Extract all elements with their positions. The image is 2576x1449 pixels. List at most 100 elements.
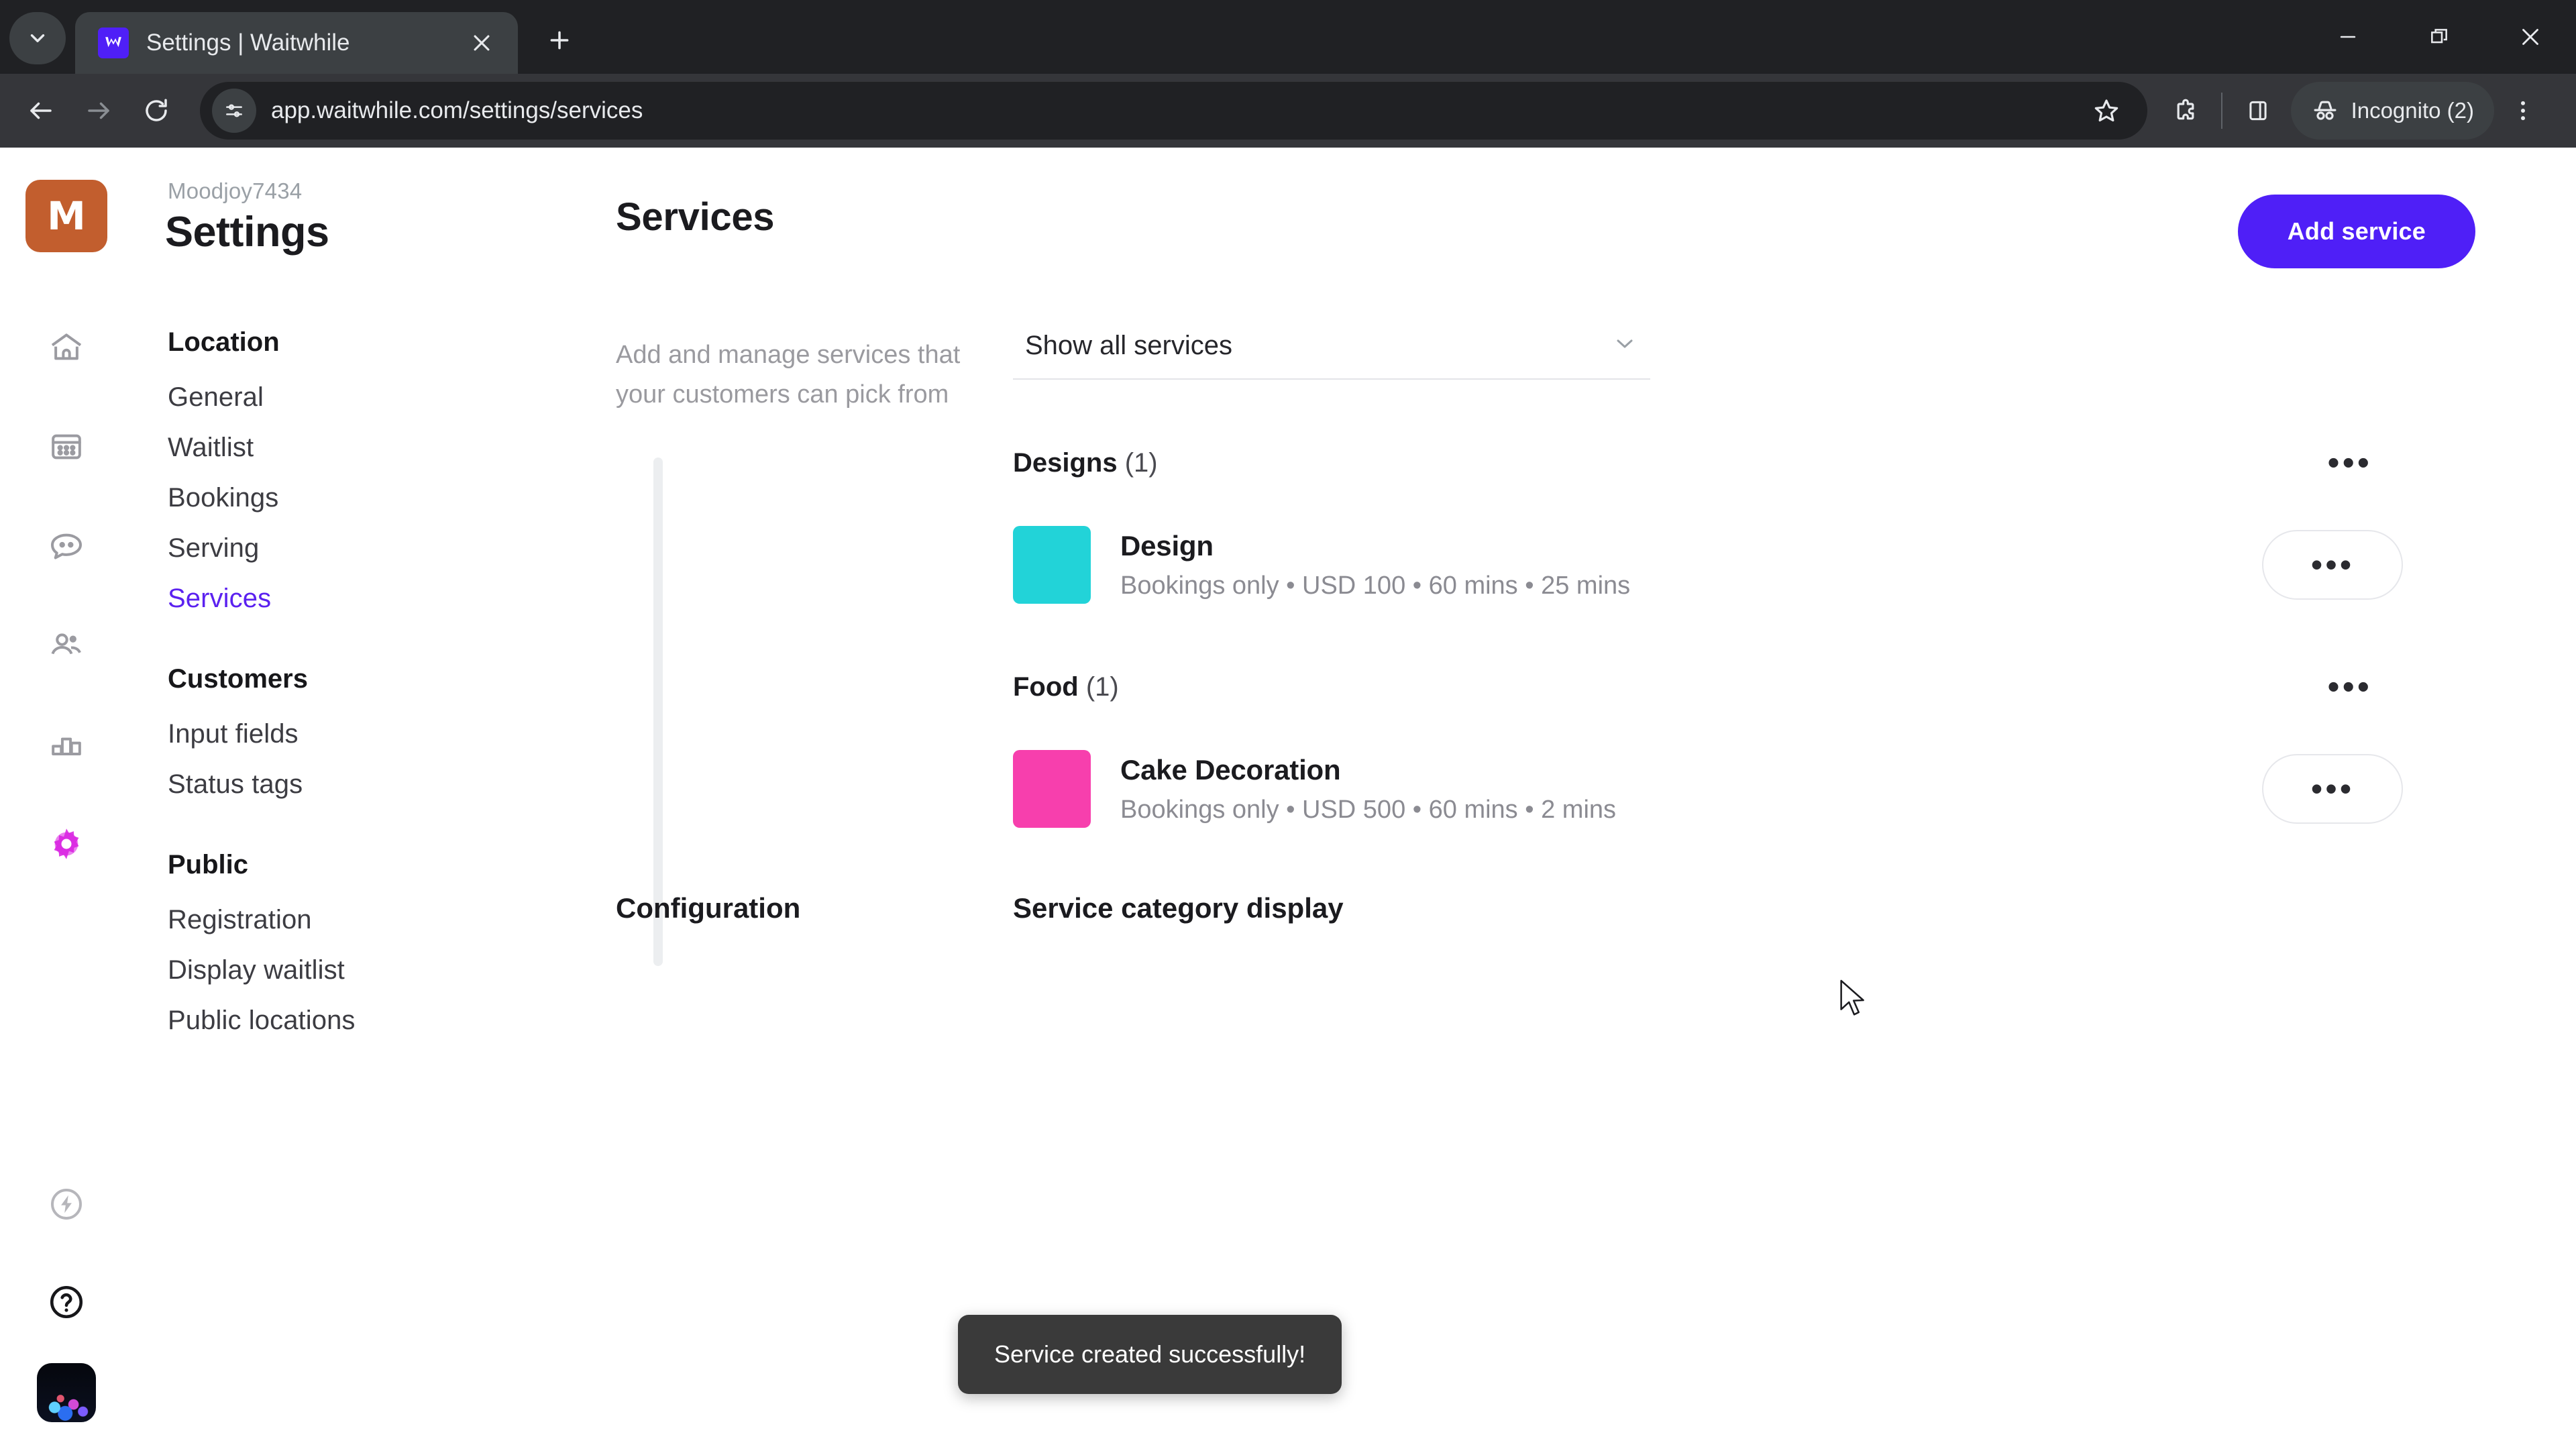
category-count: (1) [1085, 672, 1119, 702]
category-menu-button-food[interactable]: ••• [2314, 663, 2385, 711]
service-row-cake-decoration[interactable]: Cake Decoration Bookings only • USD 500 … [1013, 750, 2475, 828]
sidebar-item-waitlist[interactable]: Waitlist [165, 423, 535, 473]
settings-nav: Moodjoy7434 Settings Location General Wa… [133, 148, 663, 1449]
rail-item-home[interactable] [16, 298, 117, 397]
service-row-design[interactable]: Design Bookings only • USD 100 • 60 mins… [1013, 526, 2475, 604]
service-name: Cake Decoration [1120, 753, 1341, 786]
sidebar-item-display-waitlist[interactable]: Display waitlist [165, 945, 535, 996]
sidebar-item-status-tags[interactable]: Status tags [165, 759, 535, 810]
bookmark-button[interactable] [2078, 82, 2135, 140]
incognito-label: Incognito (2) [2351, 98, 2474, 123]
site-settings-icon [226, 104, 242, 117]
address-bar[interactable]: app.waitwhile.com/settings/services [200, 82, 2147, 140]
service-meta: Bookings only • USD 100 • 60 mins • 25 m… [1120, 571, 1631, 600]
new-tab-button[interactable] [535, 16, 584, 64]
customers-icon [51, 633, 81, 655]
omnibox-actions [2078, 82, 2135, 140]
tab-close-button[interactable] [463, 24, 500, 62]
three-dot-menu-icon [2520, 101, 2526, 121]
service-color-swatch [1013, 526, 1091, 604]
configuration-section: Configuration Service category display [616, 892, 2475, 924]
messages-icon [51, 533, 82, 559]
services-body: Show all services Designs (1) ••• Design… [1013, 330, 2475, 828]
services-filter-select[interactable]: Show all services [1013, 330, 1650, 380]
sidebar-item-bookings[interactable]: Bookings [165, 473, 535, 523]
back-button[interactable] [12, 82, 70, 140]
reload-icon [146, 99, 167, 121]
browser-menu-button[interactable] [2494, 82, 2552, 140]
category-title-designs: Designs (1) [1013, 448, 1158, 478]
incognito-hat-icon [2314, 101, 2337, 120]
services-filter-value: Show all services [1025, 330, 1233, 360]
calendar-icon [52, 434, 81, 460]
category-name: Designs [1013, 447, 1118, 478]
service-menu-button-design[interactable]: ••• [2262, 530, 2403, 600]
add-service-button[interactable]: Add service [2237, 195, 2475, 268]
forward-arrow-icon [88, 102, 109, 119]
home-icon [51, 333, 82, 360]
minimize-icon [2340, 36, 2356, 38]
rail-item-analytics[interactable] [16, 695, 117, 794]
rail-item-customers[interactable] [16, 596, 117, 695]
category-header: Designs (1) ••• [1013, 439, 2475, 487]
rail-item-calendar[interactable] [16, 397, 117, 496]
configuration-label: Configuration [616, 892, 801, 924]
settings-nav-list: Location General Waitlist Bookings Servi… [133, 318, 535, 1046]
sidebar-item-input-fields[interactable]: Input fields [165, 709, 535, 759]
waitwhile-logo-icon [105, 37, 121, 48]
services-section: Add and manage services that your custom… [616, 330, 2475, 828]
main-content: Services Add service Add and manage serv… [535, 148, 2576, 1449]
sidebar-item-registration[interactable]: Registration [165, 895, 535, 945]
settings-gear-icon [54, 828, 79, 859]
extensions-puzzle-icon [2177, 99, 2194, 120]
sidebar-item-services[interactable]: Services [165, 574, 535, 624]
category-menu-button-designs[interactable]: ••• [2314, 439, 2385, 487]
services-description: Add and manage services that your custom… [616, 341, 961, 409]
reload-button[interactable] [127, 82, 185, 140]
side-panel-button[interactable] [2229, 82, 2287, 140]
maximize-button[interactable] [2394, 0, 2485, 74]
toast-notification: Service created successfully! [958, 1315, 1342, 1394]
chevron-down-icon [1611, 330, 1638, 361]
sidebar-item-serving[interactable]: Serving [165, 523, 535, 574]
tab-strip: Settings | Waitwhile [0, 0, 2576, 74]
category-count: (1) [1124, 447, 1158, 478]
rail-nav-items [0, 298, 133, 894]
rail-item-messages[interactable] [16, 496, 117, 596]
app-icon-rail: M [0, 148, 133, 1449]
settings-header: Moodjoy7434 Settings [0, 148, 535, 256]
chevron-down-icon [30, 34, 45, 42]
incognito-profile-button[interactable]: Incognito (2) [2290, 82, 2494, 140]
category-title-food: Food (1) [1013, 672, 1119, 702]
extensions-button[interactable] [2157, 82, 2214, 140]
category-name: Food [1013, 672, 1079, 702]
back-arrow-icon [30, 102, 52, 119]
side-panel-icon [2249, 101, 2267, 121]
forward-button[interactable] [70, 82, 127, 140]
window-controls [2302, 0, 2576, 74]
service-menu-button-cake-decoration[interactable]: ••• [2262, 754, 2403, 824]
category-header: Food (1) ••• [1013, 663, 2475, 711]
toolbar-divider [2220, 93, 2222, 129]
sidebar-item-general[interactable]: General [165, 372, 535, 423]
power-lightning-icon [51, 1189, 82, 1220]
tab-search-button[interactable] [9, 12, 66, 64]
service-category-display-label: Service category display [1013, 892, 1344, 924]
browser-tab[interactable]: Settings | Waitwhile [75, 12, 518, 74]
tab-title: Settings | Waitwhile [146, 30, 350, 56]
rail-bottom-items [0, 1167, 133, 1422]
rail-item-settings[interactable] [16, 794, 117, 894]
help-question-icon [50, 1285, 83, 1319]
rail-item-power[interactable] [16, 1167, 117, 1241]
user-avatar[interactable] [37, 1363, 96, 1422]
sidebar-item-public-locations[interactable]: Public locations [165, 996, 535, 1046]
close-icon [474, 35, 490, 51]
minimize-button[interactable] [2302, 0, 2394, 74]
rail-item-help[interactable] [16, 1265, 117, 1339]
window-close-button[interactable] [2485, 0, 2576, 74]
site-settings-button[interactable] [212, 89, 256, 133]
nav-group-public: Public [168, 850, 249, 879]
org-name: Moodjoy7434 [168, 178, 303, 203]
analytics-icon [52, 737, 81, 755]
